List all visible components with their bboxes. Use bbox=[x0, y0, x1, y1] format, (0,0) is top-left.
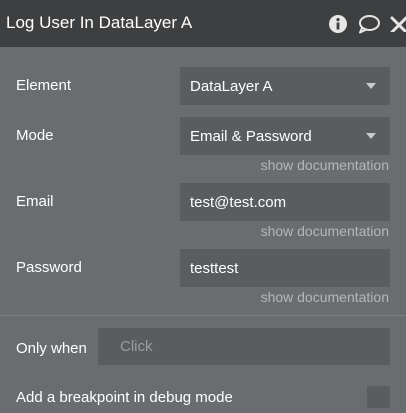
chevron-down-icon bbox=[366, 133, 376, 139]
password-label: Password bbox=[16, 259, 82, 276]
element-dropdown[interactable]: DataLayer A bbox=[180, 67, 390, 105]
mode-dropdown[interactable]: Email & Password bbox=[180, 117, 390, 155]
only-when-condition-field[interactable]: Click bbox=[98, 328, 390, 365]
password-show-documentation-link[interactable]: show documentation bbox=[261, 289, 389, 305]
element-label: Element bbox=[16, 77, 72, 94]
chevron-down-icon bbox=[366, 83, 376, 89]
mode-show-documentation-link[interactable]: show documentation bbox=[261, 157, 389, 173]
email-label: Email bbox=[16, 193, 54, 210]
only-when-placeholder: Click bbox=[120, 338, 153, 355]
email-value: test@test.com bbox=[190, 193, 287, 211]
breakpoint-checkbox[interactable] bbox=[367, 386, 390, 408]
element-value: DataLayer A bbox=[190, 77, 273, 95]
email-field[interactable]: test@test.com bbox=[180, 183, 390, 221]
comment-icon[interactable] bbox=[357, 14, 381, 34]
only-when-label: Only when bbox=[16, 340, 87, 357]
password-value: testtest bbox=[190, 259, 239, 277]
close-icon[interactable] bbox=[390, 14, 406, 34]
breakpoint-label: Add a breakpoint in debug mode bbox=[16, 389, 233, 406]
panel-title: Log User In DataLayer A bbox=[6, 13, 193, 32]
mode-label: Mode bbox=[16, 127, 54, 144]
mode-value: Email & Password bbox=[190, 127, 312, 145]
password-field[interactable]: testtest bbox=[180, 249, 390, 287]
email-show-documentation-link[interactable]: show documentation bbox=[261, 223, 389, 239]
section-divider bbox=[0, 315, 406, 316]
workflow-action-panel: Log User In DataLayer A Element DataLaye… bbox=[0, 0, 406, 413]
info-icon[interactable] bbox=[328, 14, 348, 34]
panel-header: Log User In DataLayer A bbox=[0, 0, 406, 47]
